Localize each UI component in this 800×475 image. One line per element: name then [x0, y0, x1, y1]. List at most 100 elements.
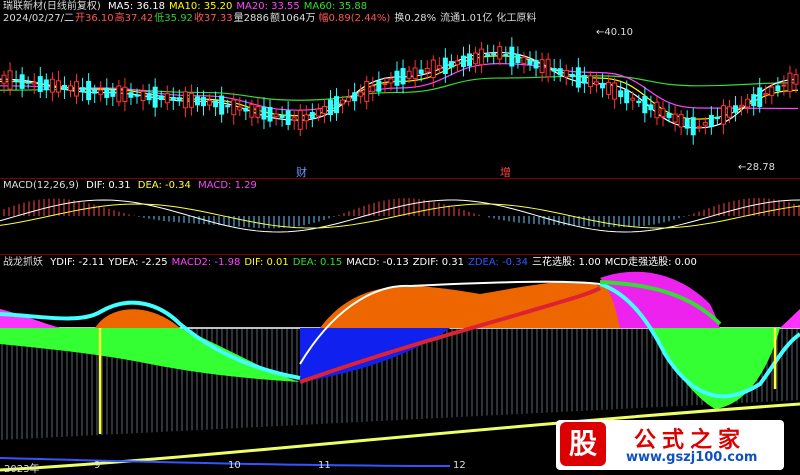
candle-body	[321, 105, 327, 114]
candle-body	[636, 100, 642, 104]
watermark-url: www.gszj100.com	[626, 450, 758, 465]
candle-body	[43, 79, 49, 91]
candle-body	[491, 53, 497, 56]
candle-body	[654, 101, 660, 119]
candle-body	[25, 81, 31, 84]
candle-body	[279, 115, 285, 119]
candle-body	[745, 98, 751, 108]
candle-body	[164, 93, 170, 104]
candle-body	[467, 53, 473, 67]
candle-body	[74, 81, 80, 97]
candle-body	[793, 74, 799, 85]
orange-area	[320, 281, 650, 328]
ma-legend-item: MA10: 35.20	[169, 1, 233, 12]
candle-body	[533, 59, 539, 69]
candle-body	[170, 96, 176, 101]
macd-pane[interactable]: MACD(12,26,9) DIF: 0.31 DEA: -0.34 MACD:…	[0, 178, 800, 254]
candle-body	[382, 82, 388, 85]
candle-body	[92, 89, 98, 94]
candle-body	[527, 59, 533, 65]
stock-title: 瑞联新材(日线前复权)	[3, 1, 101, 12]
zl-legend: 战龙抓妖 YDIF: -2.11 YDEA: -2.25 MACD2: -1.98 D…	[3, 257, 705, 269]
candle-body	[593, 81, 599, 85]
candle-body	[763, 93, 769, 96]
candle-body	[346, 96, 352, 102]
candle-body	[55, 80, 61, 93]
quote-float: 流通1.01亿	[440, 13, 493, 24]
candle-body	[642, 95, 648, 114]
quote-low: 低35.92	[154, 13, 193, 24]
candle-body	[708, 114, 714, 127]
candle-body	[188, 92, 194, 108]
candle-body	[7, 70, 13, 90]
quote-industry: 化工原料	[496, 13, 537, 24]
candle-body	[660, 108, 666, 118]
candle-body	[267, 107, 273, 122]
candle-body	[104, 87, 110, 98]
candle-body	[769, 86, 775, 96]
time-axis-label: 12	[453, 460, 466, 471]
ma-legend-item: MA60: 35.88	[303, 1, 368, 12]
candle-body	[303, 114, 309, 122]
candle-body	[720, 105, 726, 125]
ma-legend-item: MA5: 36.18	[108, 1, 166, 12]
candle-body	[751, 94, 757, 107]
candle-body	[49, 78, 55, 93]
candle-body	[684, 118, 690, 129]
time-axis-label: 2023年	[4, 464, 40, 475]
candle-body	[176, 97, 182, 102]
candle-body	[630, 97, 636, 101]
zl-legend-item: DEA: 0.15	[292, 257, 343, 268]
candle-body	[225, 105, 231, 108]
event-marker: 增	[500, 165, 511, 178]
zl-legend-item: MACD: -0.13	[346, 257, 409, 268]
candle-body	[327, 99, 333, 116]
candle-body	[545, 58, 551, 78]
zl-legend-item: YDEA: -2.25	[108, 257, 168, 268]
ma-legend: MA5: 36.18 MA10: 35.20 MA20: 33.55 MA60: 35…	[108, 1, 371, 12]
zl-legend-item: DIF: 0.01	[244, 257, 289, 268]
candle-body	[19, 74, 25, 89]
candle-body	[473, 52, 479, 65]
candle-body	[648, 104, 654, 111]
candle-body	[68, 85, 74, 91]
candle-body	[61, 85, 67, 90]
quote-volume: 量2886	[233, 13, 270, 24]
candle-body	[672, 113, 678, 123]
macd-value: MACD: 1.29	[198, 180, 257, 191]
candle-body	[152, 86, 158, 108]
candle-body	[340, 99, 346, 105]
candle-body	[624, 89, 630, 104]
time-axis-label: 10	[228, 460, 241, 471]
magenta-area	[780, 309, 800, 328]
candle-body	[702, 122, 708, 126]
quote-date: 2024/02/27/二	[3, 13, 75, 24]
candle-body	[146, 93, 152, 101]
quote-amount: 额1064万	[270, 13, 316, 24]
high-price-label: ←40.10	[596, 27, 633, 38]
candle-body	[442, 57, 448, 74]
candle-body	[128, 92, 134, 98]
zl-legend-item: ZDEA: -0.34	[467, 257, 528, 268]
zl-legend-item: ZDIF: 0.31	[412, 257, 464, 268]
candle-body	[436, 65, 442, 70]
candle-body	[249, 103, 255, 118]
candle-body	[569, 73, 575, 78]
price-pane[interactable]: ←40.10 ←28.78 财 增 瑞联新材(日线前复权) MA5: 36.18 MA1…	[0, 0, 800, 178]
macd-dea: DEA: -0.34	[137, 180, 191, 191]
candle-body	[726, 106, 732, 118]
candle-body	[521, 56, 527, 64]
candle-body	[231, 99, 237, 116]
candle-body	[406, 70, 412, 79]
candle-body	[515, 53, 521, 64]
candle-body	[575, 67, 581, 88]
candle-body	[98, 89, 104, 95]
candle-body	[110, 89, 116, 97]
candle-body	[781, 84, 787, 87]
macd-legend: MACD(12,26,9) DIF: 0.31 DEA: -0.34 MACD:…	[3, 180, 261, 192]
candle-body	[297, 110, 303, 130]
candle-body	[122, 86, 128, 103]
low-price-label: ←28.78	[738, 162, 775, 173]
candle-body	[334, 96, 340, 114]
candle-body	[563, 69, 569, 78]
